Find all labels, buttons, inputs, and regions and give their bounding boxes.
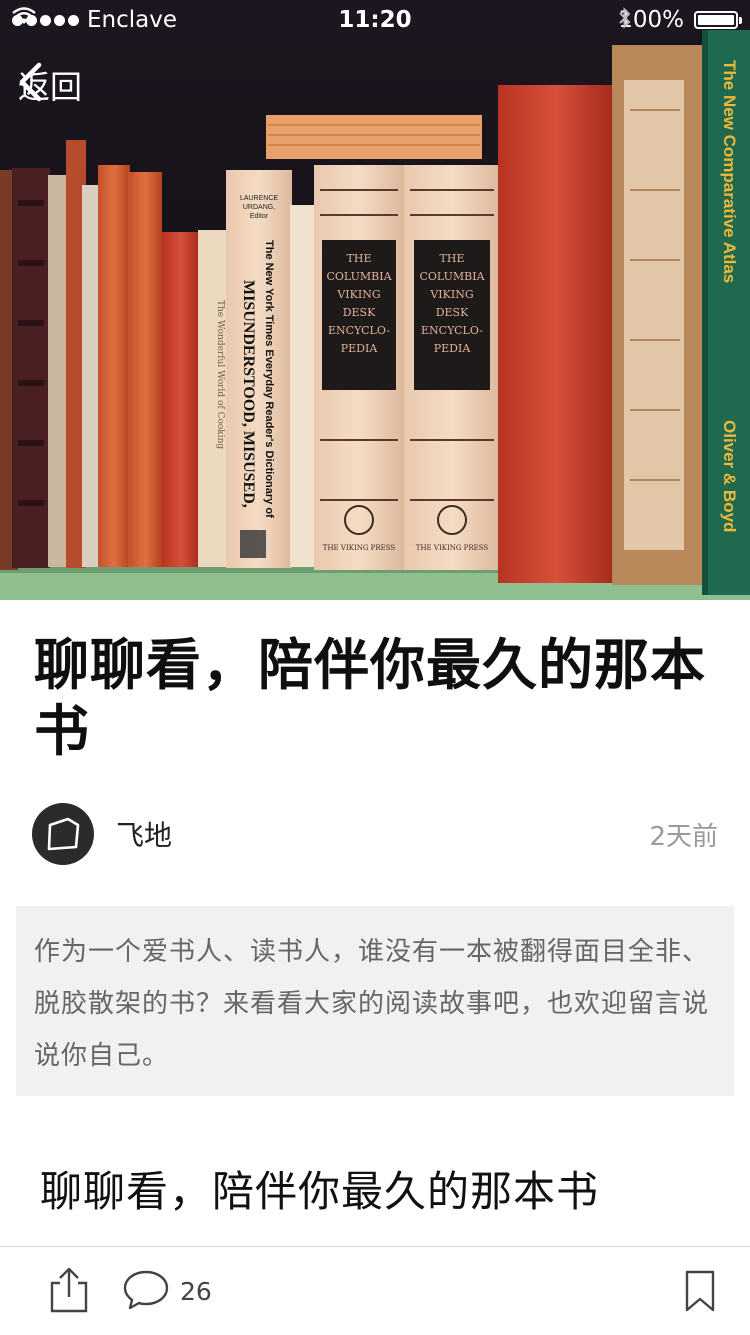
battery-icon [694,11,742,29]
svg-text:DESK: DESK [436,306,469,319]
svg-text:COLUMBIA: COLUMBIA [326,270,392,283]
svg-text:THE: THE [347,252,372,265]
svg-text:VIKING: VIKING [429,288,473,301]
svg-text:DESK: DESK [343,306,376,319]
comment-button[interactable] [122,1269,170,1315]
svg-text:COLUMBIA: COLUMBIA [419,270,485,283]
author-name[interactable]: 飞地 [116,814,172,854]
svg-text:ENCYCLO-: ENCYCLO- [421,324,483,337]
svg-text:THE: THE [440,252,465,265]
chevron-left-icon [19,62,42,102]
svg-text:THE VIKING PRESS: THE VIKING PRESS [416,544,489,552]
section-heading: 聊聊看，陪伴你最久的那本书 [40,1167,600,1216]
article-title: 聊聊看，陪伴你最久的那本书 [34,633,707,763]
status-right: 100% [618,7,742,33]
share-button[interactable] [46,1267,92,1317]
svg-text:VIKING: VIKING [336,288,380,301]
article-summary: 作为一个爱书人、读书人，谁没有一本被翻得面目全非、脱胶散架的书？来看看大家的阅读… [16,906,734,1096]
share-icon [50,1267,88,1313]
svg-text:The New York Times Everyday Re: The New York Times Everyday Reader's Dic… [263,240,275,518]
battery-fill [698,15,734,25]
comment-bubble-icon [123,1270,169,1310]
status-bar: Enclave 11:20 100% [0,0,750,40]
svg-text:LAURENCE: LAURENCE [240,195,278,202]
hero-image: The Wonderful World of Cooking LAURENCE … [0,0,750,600]
bookshelf-illustration: The Wonderful World of Cooking LAURENCE … [0,0,750,600]
svg-text:Editor: Editor [250,213,269,220]
flying-land-logo-icon [47,817,80,851]
back-button[interactable]: 返回 [18,62,82,108]
svg-text:The Wonderful World of Cooking: The Wonderful World of Cooking [215,300,225,449]
author-avatar[interactable] [32,803,94,865]
svg-text:PEDIA: PEDIA [434,342,472,355]
bottom-toolbar: 26 [0,1246,750,1335]
bookmark-icon [685,1270,715,1312]
svg-text:The New Comparative Atlas: The New Comparative Atlas [720,60,739,283]
comment-count[interactable]: 26 [180,1277,212,1306]
bookmark-button[interactable] [684,1269,716,1317]
svg-text:MISUNDERSTOOD, MISUSED,: MISUNDERSTOOD, MISUSED, [240,280,257,508]
bluetooth-icon [619,7,631,29]
post-time: 2天前 [649,821,718,852]
svg-text:PEDIA: PEDIA [341,342,379,355]
svg-text:ENCYCLO-: ENCYCLO- [328,324,390,337]
author-row: 飞地 2天前 [32,802,718,866]
svg-text:Oliver & Boyd: Oliver & Boyd [720,420,739,532]
svg-text:THE VIKING PRESS: THE VIKING PRESS [323,544,396,552]
svg-text:URDANG,: URDANG, [243,204,275,211]
